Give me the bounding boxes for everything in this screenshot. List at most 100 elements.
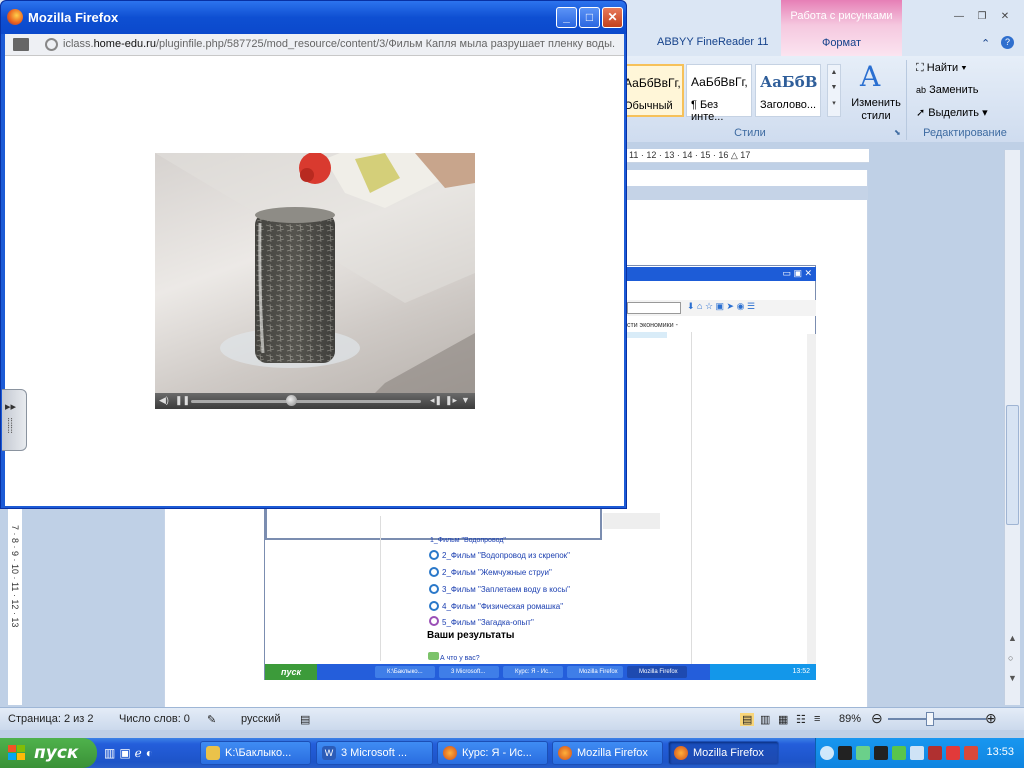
embedded-titlebar: ▭ ▣ ✕: [627, 267, 816, 281]
seek-bar[interactable]: [191, 400, 421, 403]
task-word[interactable]: W3 Microsoft ...: [316, 741, 433, 765]
embedded-taskbar: пуск К:\Баклыко... 3 Microsoft... Курс: …: [265, 664, 816, 680]
style-sample: АаБбВвГг,: [624, 76, 681, 90]
language[interactable]: русский: [241, 713, 280, 725]
vertical-ruler[interactable]: 7 · 8 · 9 · 10 · 11 · 12 · 13: [8, 505, 22, 705]
zoom-slider-thumb[interactable]: [926, 712, 934, 726]
firefox-titlebar[interactable]: Mozilla Firefox _ □ ✕: [1, 1, 626, 34]
style-no-interval[interactable]: АаБбВвГг, ¶ Без инте...: [686, 64, 752, 123]
task-firefox-course[interactable]: Курс: Я - Ис...: [437, 741, 548, 765]
select-button[interactable]: ➚ Выделить ▾: [916, 106, 988, 119]
tab-format[interactable]: Формат: [781, 37, 902, 49]
minimize-button[interactable]: _: [556, 7, 577, 28]
web-layout-icon[interactable]: ▦: [778, 713, 788, 726]
document-vertical-scrollbar[interactable]: ▲ ○ ▼: [1004, 150, 1020, 705]
grip-icon: ⁞⁞ ⁞⁞: [7, 417, 14, 436]
prev-page-icon[interactable]: ▲: [1008, 633, 1017, 643]
word-minimize-button[interactable]: —: [950, 10, 968, 24]
word-count[interactable]: Число слов: 0: [119, 713, 190, 725]
tab-abbyy[interactable]: ABBYY FineReader 11: [657, 36, 769, 48]
next-frame-icon[interactable]: ❚▸: [445, 395, 457, 406]
select-label: Выделить: [928, 107, 980, 119]
menu-icon[interactable]: ▼: [461, 395, 470, 405]
horizontal-ruler[interactable]: 11 · 12 · 13 · 14 · 15 · 16 △ 17: [627, 149, 869, 163]
styles-dialog-launcher-icon[interactable]: ⬊: [894, 128, 901, 137]
close-button[interactable]: ✕: [602, 7, 623, 28]
replace-button[interactable]: ab Заменить: [916, 84, 979, 96]
binoculars-icon: ⛶: [916, 62, 924, 74]
cursor-icon: ➚: [916, 107, 926, 119]
zoom-in-icon[interactable]: ⊕: [985, 710, 997, 727]
ruler-ticks: 11 · 12 · 13 · 14 · 15 · 16 △ 17: [629, 150, 751, 160]
word-close-button[interactable]: ✕: [996, 10, 1014, 24]
firefox-icon: [443, 746, 457, 760]
outline-icon[interactable]: ☷: [796, 713, 806, 726]
seek-thumb[interactable]: [286, 395, 297, 406]
embedded-link: 1_Фильм "Водопровод": [430, 537, 506, 544]
document-page-top: [627, 170, 867, 186]
antivirus-icon[interactable]: [928, 746, 942, 760]
url-bar[interactable]: iclass.home-edu.ru/pluginfile.php/587725…: [5, 34, 624, 56]
firefox-icon: [558, 746, 572, 760]
minimize-ribbon-icon[interactable]: ⌃: [981, 37, 990, 50]
previous-frame-icon[interactable]: ◂❚: [430, 395, 442, 406]
zoom-slider[interactable]: [888, 718, 986, 720]
print-layout-icon[interactable]: ▤: [740, 713, 755, 726]
film-icon: [429, 584, 439, 594]
embedded-blank-box: [265, 506, 602, 540]
quick-launch-icons[interactable]: ▥▣ℯ◐: [104, 746, 157, 760]
zoom-out-icon[interactable]: ⊖: [871, 710, 883, 727]
styles-gallery-scroll[interactable]: ▲ ▼ ▾: [827, 64, 841, 117]
style-sample: АаБбВвГг,: [691, 75, 748, 89]
task-explorer[interactable]: K:\Баклыко...: [200, 741, 311, 765]
alert-icon[interactable]: [964, 746, 978, 760]
task-firefox-1[interactable]: Mozilla Firefox: [552, 741, 663, 765]
next-page-icon[interactable]: ▼: [1008, 673, 1017, 683]
style-sample: АаБбВ: [760, 73, 818, 91]
word-restore-button[interactable]: ❐: [973, 10, 991, 24]
film-icon: [429, 601, 439, 611]
task-label: Mozilla Firefox: [577, 747, 648, 759]
volume-icon[interactable]: ◀): [159, 395, 169, 406]
network-icon[interactable]: [838, 746, 852, 760]
style-name: Обычный: [624, 100, 673, 112]
start-button[interactable]: пуск: [0, 738, 97, 768]
task-firefox-2[interactable]: Mozilla Firefox: [668, 741, 779, 765]
film-icon: [429, 616, 439, 626]
scroll-thumb[interactable]: [1006, 405, 1019, 525]
embedded-link: 2_Фильм "Жемчужные струи": [442, 568, 552, 577]
film-icon: [429, 550, 439, 560]
embedded-task: Mozilla Firefox: [627, 666, 687, 678]
network-icon[interactable]: [874, 746, 888, 760]
side-panel-tab[interactable]: ▸▸ ⁞⁞ ⁞⁞: [2, 389, 27, 451]
full-reading-icon[interactable]: ▥: [760, 713, 770, 726]
sync-icon[interactable]: [856, 746, 870, 760]
tray-expand-icon[interactable]: [820, 746, 834, 760]
help-icon[interactable]: ?: [1001, 36, 1014, 49]
clock[interactable]: 13:53: [986, 746, 1014, 758]
pause-icon[interactable]: ❚❚: [175, 395, 190, 406]
zoom-level[interactable]: 89%: [839, 713, 861, 725]
draft-icon[interactable]: ≡: [814, 713, 820, 725]
style-normal[interactable]: АаБбВвГг, Обычный: [618, 64, 684, 117]
embedded-bookmark: сти экономики -: [627, 322, 678, 329]
maximize-button[interactable]: □: [579, 7, 600, 28]
proofing-icon[interactable]: ✎: [207, 713, 216, 726]
film-icon: [429, 567, 439, 577]
page-count[interactable]: Страница: 2 из 2: [8, 713, 94, 725]
expand-icon: ▸▸: [5, 401, 17, 413]
windows-taskbar: пуск ▥▣ℯ◐ K:\Баклыко... W3 Microsoft ...…: [0, 738, 1024, 768]
vertical-ruler-ticks: 7 · 8 · 9 · 10 · 11 · 12 · 13: [10, 525, 20, 628]
style-heading1[interactable]: АаБбВ Заголово...: [755, 64, 821, 117]
change-styles-button[interactable]: A Изменить стили: [846, 60, 906, 130]
browse-object-icon[interactable]: ○: [1008, 653, 1013, 663]
flag-icon[interactable]: [946, 746, 960, 760]
video-frame[interactable]: [155, 153, 475, 393]
firefox-window: Mozilla Firefox _ □ ✕ iclass.home-edu.ru…: [0, 0, 627, 509]
volume-icon[interactable]: [910, 746, 924, 760]
find-button[interactable]: ⛶ Найти ▾: [916, 62, 967, 75]
task-label: K:\Баклыко...: [225, 747, 292, 759]
change-styles-label: Изменить стили: [851, 97, 901, 122]
security-icon[interactable]: [892, 746, 906, 760]
macro-icon[interactable]: ▤: [300, 713, 310, 726]
